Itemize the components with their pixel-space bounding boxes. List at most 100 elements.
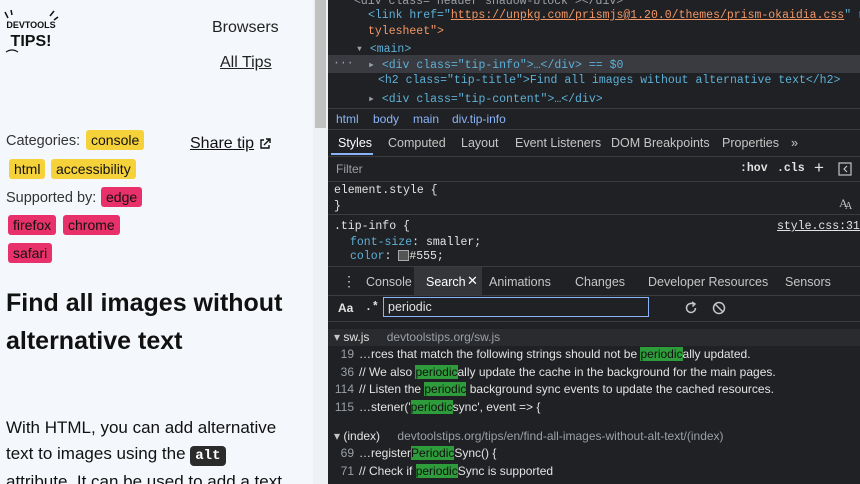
prop-name-color[interactable]: color [350, 250, 385, 263]
line-text: …stener(' [359, 400, 411, 414]
tab-properties[interactable]: Properties [722, 136, 779, 150]
styles-panel-tabs: Styles Computed Layout Event Listeners D… [328, 130, 860, 157]
line-number: 71 [340, 464, 354, 478]
rule-divider [328, 214, 860, 215]
category-tag-accessibility[interactable]: accessibility [51, 159, 136, 179]
style-prop-font-size[interactable]: font-size: smaller; [350, 236, 481, 249]
dom-line-link-cont[interactable]: tylesheet"> [368, 25, 444, 38]
category-tag-html[interactable]: html [9, 159, 46, 179]
tab-event-listeners[interactable]: Event Listeners [515, 136, 601, 150]
drawer-tab-console[interactable]: Console [366, 275, 412, 289]
expand-arrow-icon[interactable]: ▾ [356, 43, 370, 56]
search-toolbar: Aa .* [328, 295, 860, 322]
drawer-tab-animations[interactable]: Animations [489, 275, 551, 289]
chevron-down-icon[interactable]: ▾ [334, 330, 340, 344]
browser-tag-safari[interactable]: safari [8, 243, 53, 263]
svg-text:TIPS!: TIPS! [11, 33, 52, 50]
line-text: ally update the cache in the background … [457, 365, 776, 379]
match-highlight: periodic [424, 382, 467, 396]
breadcrumb-body[interactable]: body [373, 112, 399, 126]
result-file-name: sw.js [343, 330, 370, 344]
line-text: // We also [359, 365, 416, 379]
drawer-tab-developer-resources[interactable]: Developer Resources [648, 275, 768, 289]
dom-line-tip-info[interactable]: ▸ <div class="tip-info">…</div> == $0 [368, 57, 623, 72]
alt-code-snippet: alt [190, 446, 226, 466]
breadcrumb-div-tip-info[interactable]: div.tip-info [452, 112, 506, 126]
match-case-toggle[interactable]: Aa [338, 301, 353, 315]
svg-text:DEVTOOLS: DEVTOOLS [6, 20, 55, 30]
breadcrumb-html[interactable]: html [336, 112, 359, 126]
nav-link-all-tips[interactable]: All Tips [220, 54, 272, 72]
regex-toggle[interactable]: .* [365, 301, 379, 314]
tab-styles[interactable]: Styles [338, 136, 372, 150]
collapsed-arrow-icon[interactable]: ▸ [368, 59, 382, 72]
dom-line-link[interactable]: <link href="https://unpkg.com/prismjs@1.… [368, 9, 860, 22]
tab-computed[interactable]: Computed [388, 136, 446, 150]
browser-tag-chrome[interactable]: chrome [63, 215, 120, 235]
hov-toggle[interactable]: :hov [740, 162, 768, 175]
chevron-down-icon[interactable]: ▾ [334, 429, 340, 443]
result-file-path: devtoolstips.org/tips/en/find-all-images… [397, 429, 724, 443]
page-scrollbar[interactable] [313, 0, 328, 484]
element-style-close: } [334, 200, 341, 213]
result-line[interactable]: 69 …registerPeriodicSync() { [328, 446, 496, 460]
share-tip-link[interactable]: Share tip [190, 135, 254, 153]
close-search-tab-icon[interactable]: ✕ [467, 273, 478, 289]
prop-name-font-size[interactable]: font-size [350, 236, 412, 249]
new-style-rule-plus-icon[interactable]: + [814, 158, 824, 178]
color-swatch[interactable] [398, 250, 410, 262]
search-results: ▾ sw.js devtoolstips.org/sw.js 19 …rces t… [328, 322, 860, 484]
element-style-rule[interactable]: element.style { [334, 184, 438, 197]
result-line[interactable]: 115 …stener('periodicsync', event => { [328, 400, 540, 414]
tab-layout[interactable]: Layout [461, 136, 499, 150]
match-highlight: periodic [640, 347, 683, 361]
prop-value-color[interactable]: #555; [409, 250, 444, 263]
rule-source-link[interactable]: style.css:311 [777, 220, 860, 233]
line-number: 115 [334, 400, 354, 414]
nav-link-partial[interactable] [230, 0, 250, 2]
link-href-value[interactable]: https://unpkg.com/prismjs@1.20.0/themes/… [451, 9, 844, 22]
tip-info-rule-selector[interactable]: .tip-info { [334, 220, 410, 233]
search-input[interactable] [383, 297, 649, 317]
result-file-path: devtoolstips.org/sw.js [386, 330, 501, 344]
dom-line-tip-content[interactable]: ▸ <div class="tip-content">…</div> [368, 91, 603, 106]
match-highlight: periodic [415, 464, 458, 478]
prop-value-font-size[interactable]: smaller; [426, 236, 481, 249]
tab-dom-breakpoints[interactable]: DOM Breakpoints [611, 136, 710, 150]
category-tag-console[interactable]: console [86, 130, 145, 150]
more-tabs-chevron-icon[interactable]: » [791, 136, 798, 150]
browser-tag-edge[interactable]: edge [101, 187, 143, 207]
result-line[interactable]: 71 // Check if periodicSync is supported [328, 464, 553, 478]
styles-filter-input[interactable]: Filter [336, 162, 363, 176]
result-line[interactable]: 36 // We also periodically update the cac… [328, 365, 776, 379]
cls-toggle[interactable]: .cls [777, 162, 805, 175]
result-line[interactable]: 114 // Listen the periodic background syn… [328, 382, 774, 396]
drawer-tab-search[interactable]: Search [426, 275, 466, 289]
line-text: Sync() { [454, 446, 497, 460]
result-file-header[interactable]: ▾ (index) devtoolstips.org/tips/en/find-… [334, 429, 724, 443]
text-shadow-editor-icon[interactable]: A A [838, 196, 854, 210]
result-file-header[interactable]: ▾ sw.js devtoolstips.org/sw.js [334, 330, 500, 344]
drawer-menu-kebab-icon[interactable]: ⋮ [342, 273, 356, 290]
drawer-tab-sensors[interactable]: Sensors [785, 275, 831, 289]
dom-line-header[interactable]: <div class="header shadow-block"></div> [354, 0, 623, 8]
devtools-panel: <div class="header shadow-block"></div> … [328, 0, 860, 484]
style-prop-color[interactable]: color: #555; [350, 250, 444, 263]
dom-line-h2[interactable]: <h2 class="tip-title">Find all images wi… [378, 74, 840, 87]
drawer-tab-changes[interactable]: Changes [575, 275, 625, 289]
nav-link-browsers[interactable]: Browsers [212, 19, 279, 37]
refresh-icon[interactable] [684, 301, 698, 315]
toggle-sidebar-icon[interactable] [838, 162, 852, 176]
browser-tag-firefox[interactable]: firefox [8, 215, 57, 235]
page-scrollbar-thumb[interactable] [315, 0, 326, 128]
webpage-viewport: DEVTOOLS TIPS! Browsers All Tips Categor… [0, 0, 313, 484]
collapsed-arrow-icon[interactable]: ▸ [368, 93, 382, 106]
result-line[interactable]: 19 …rces that match the following strings… [328, 347, 751, 361]
link-rel-value: tylesheet"> [368, 25, 444, 38]
dom-line-main[interactable]: ▾ <main> [356, 41, 411, 56]
breadcrumb-main[interactable]: main [413, 112, 439, 126]
node-menu-dots-icon[interactable]: ··· [333, 57, 354, 70]
line-text: …rces that match the following strings s… [359, 347, 641, 361]
devtools-tips-logo[interactable]: DEVTOOLS TIPS! [2, 8, 60, 54]
clear-icon[interactable] [712, 301, 726, 315]
